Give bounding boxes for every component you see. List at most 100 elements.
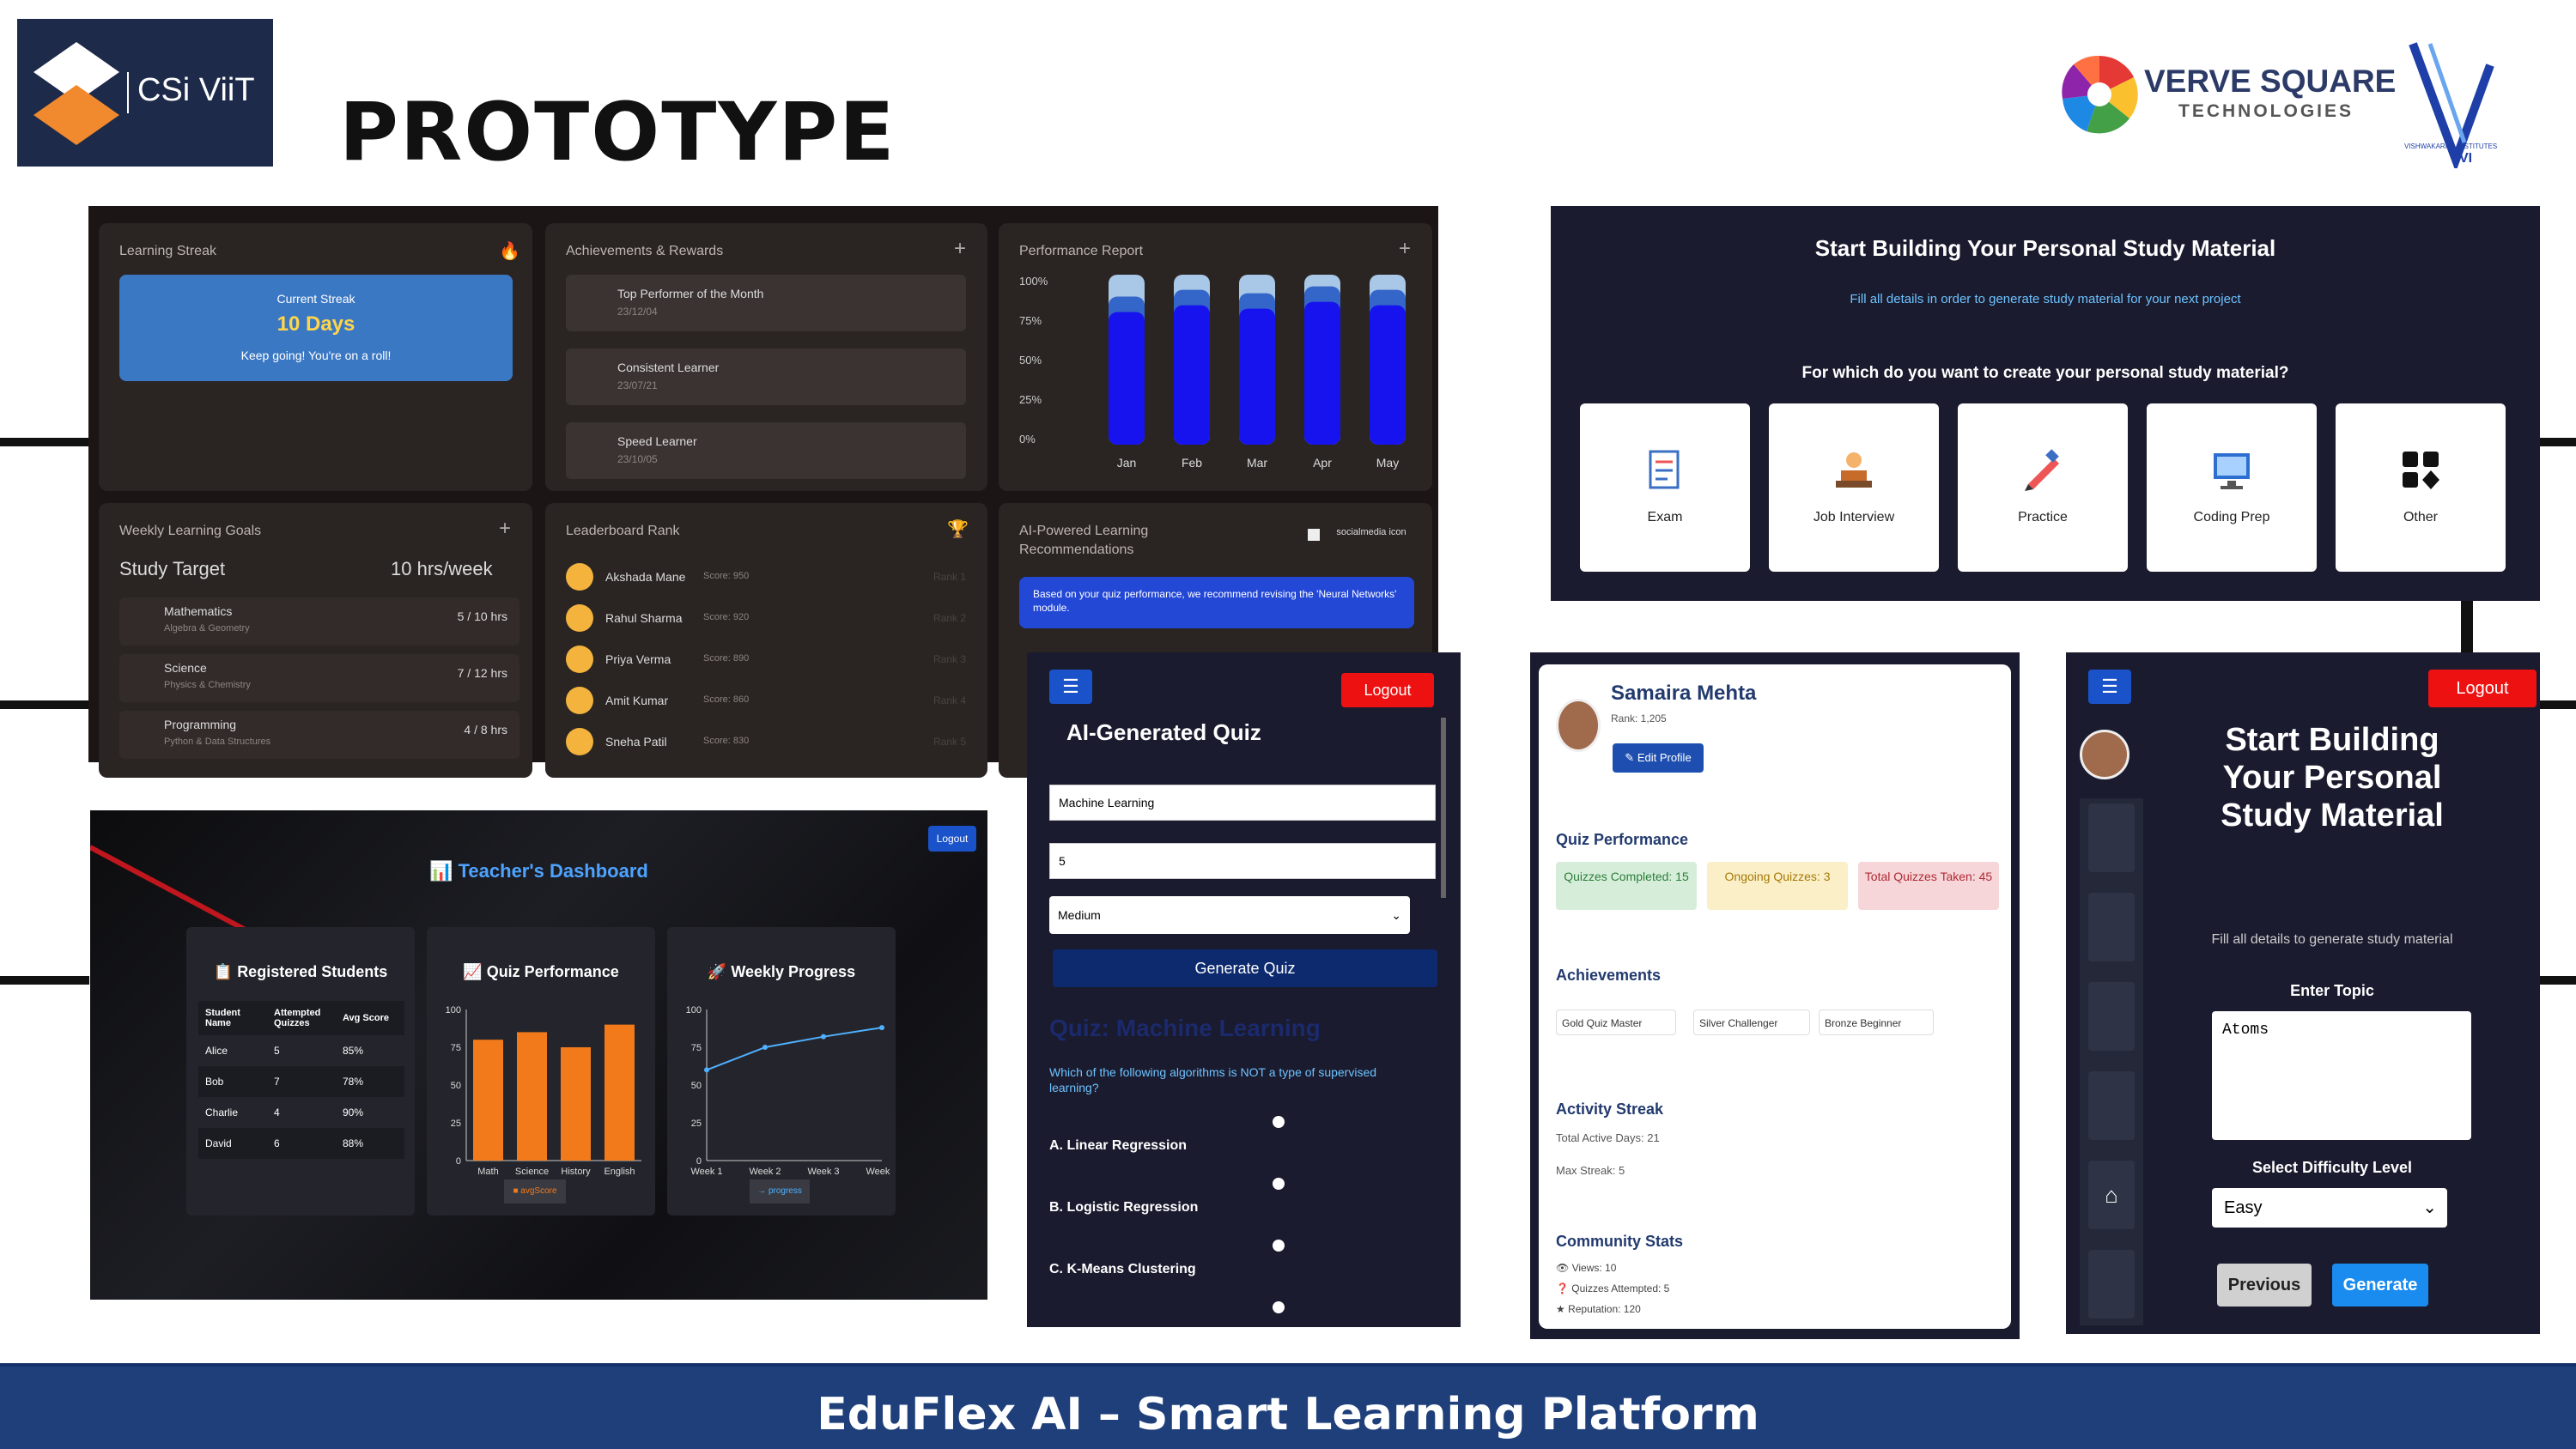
teacher-title-text: Teacher's Dashboard xyxy=(458,860,648,882)
table-cell: 5 xyxy=(274,1045,280,1057)
weekly-line xyxy=(706,1027,883,1071)
teacher-title: 📊 Teacher's Dashboard xyxy=(90,860,987,882)
sidebar-chat-icon[interactable] xyxy=(2088,1250,2135,1319)
radio-button[interactable] xyxy=(1273,1178,1285,1190)
star-icon: ★ xyxy=(1556,1303,1569,1315)
sidebar-camera-icon[interactable] xyxy=(2088,803,2135,872)
weekly-ytick: 50 xyxy=(691,1081,702,1091)
quiz-title: AI-Generated Quiz xyxy=(1066,719,1261,745)
topic-textarea[interactable]: Atoms xyxy=(2212,1011,2471,1140)
radio-button[interactable] xyxy=(1273,1240,1285,1252)
performance-bar xyxy=(1239,308,1275,445)
add-icon[interactable]: + xyxy=(954,237,966,261)
leaderboard-name: Priya Verma xyxy=(605,652,671,666)
menu-icon[interactable]: ☰ xyxy=(2088,670,2131,704)
students-header-cell: Avg Score xyxy=(343,1013,390,1023)
sidebar-wallet-icon[interactable] xyxy=(2088,982,2135,1051)
sidebar-send-icon[interactable] xyxy=(2088,893,2135,961)
logo-divider xyxy=(127,72,129,113)
difficulty-select[interactable]: Easy ⌄ xyxy=(2212,1188,2447,1228)
max-streak: Max Streak: 5 xyxy=(1556,1164,1625,1177)
quiz-xtick: Science xyxy=(515,1167,549,1177)
home-icon[interactable]: ⌂ xyxy=(2088,1161,2135,1229)
sidebar-card-icon[interactable] xyxy=(2088,1071,2135,1140)
chart-icon: 📈 xyxy=(463,963,487,980)
quiz-bar xyxy=(561,1047,591,1161)
radio-button[interactable] xyxy=(1273,1116,1285,1128)
goal-sub: Physics & Chemistry xyxy=(164,680,251,690)
difficulty-select[interactable]: Medium ⌄ xyxy=(1049,896,1410,934)
table-cell: 4 xyxy=(274,1106,280,1119)
tile-exam[interactable]: Exam xyxy=(1580,403,1750,572)
leaderboard-rank: Rank 3 xyxy=(933,653,966,665)
table-cell: 6 xyxy=(274,1137,280,1149)
achievement-name: Speed Learner xyxy=(617,434,697,448)
connector-line xyxy=(2540,438,2576,446)
logout-button[interactable]: Logout xyxy=(1341,673,1434,707)
performance-ytick: 75% xyxy=(1019,314,1042,327)
chart-icon: 📊 xyxy=(429,860,459,882)
table-row: Bob 7 78% xyxy=(198,1066,404,1097)
table-cell: 85% xyxy=(343,1045,364,1057)
tile-coding-prep[interactable]: Coding Prep xyxy=(2147,403,2317,572)
vi-short: VI xyxy=(2459,151,2473,166)
weekly-point xyxy=(879,1025,884,1031)
mobile-title: Start Building Your Personal Study Mater… xyxy=(2221,722,2444,834)
tile-job-interview[interactable]: Job Interview xyxy=(1769,403,1939,572)
ai-recommendation-text: Based on your quiz performance, we recom… xyxy=(1019,577,1414,628)
topic-input[interactable] xyxy=(1049,785,1436,821)
performance-title: Performance Report xyxy=(1019,244,1144,258)
fire-icon: 🔥 xyxy=(499,242,520,261)
count-input[interactable] xyxy=(1049,843,1436,879)
leaderboard-name: Amit Kumar xyxy=(605,694,669,707)
tile-practice[interactable]: Practice xyxy=(1958,403,2128,572)
streak-msg: Keep going! You're on a roll! xyxy=(240,349,392,362)
profile-card: Samaira Mehta Rank: 1,205 ✎ Edit Profile… xyxy=(1539,664,2011,1329)
vi-logo: VISHWAKARMA INSTITUTES VI xyxy=(2404,39,2507,177)
leaderboard-avatar xyxy=(566,728,593,755)
csi-logo-mark-icon xyxy=(33,42,119,145)
performance-bar xyxy=(1109,312,1145,445)
logout-button[interactable]: Logout xyxy=(928,826,976,852)
scrollbar[interactable] xyxy=(1441,718,1446,898)
eye-icon: 👁 xyxy=(1556,1262,1572,1274)
quiz-performance-chart: 100 75 50 25 0 Math Science History English xyxy=(446,1005,641,1177)
add-icon[interactable]: + xyxy=(499,517,511,541)
performance-bar-chart: Jan Feb Mar Apr May xyxy=(1109,275,1406,470)
goal-hours: 5 / 10 hrs xyxy=(457,609,507,623)
add-icon[interactable]: + xyxy=(1399,237,1411,261)
tile-other[interactable]: Other xyxy=(2336,403,2506,572)
weekly-xtick: Week 3 xyxy=(807,1167,839,1177)
quiz-option-label: B. Logistic Regression xyxy=(1049,1200,1199,1215)
goal-name: Mathematics xyxy=(164,604,233,618)
leaderboard-name: Rahul Sharma xyxy=(605,611,683,625)
weekly-point xyxy=(821,1034,826,1040)
coding-prep-icon xyxy=(2214,453,2250,489)
radio-button[interactable] xyxy=(1273,1301,1285,1313)
achievements-title: Achievements & Rewards xyxy=(566,244,724,258)
weekly-xtick: Week 2 xyxy=(749,1167,781,1177)
performance-xtick: Mar xyxy=(1247,456,1267,470)
weekly-xtick: Week 1 xyxy=(690,1167,722,1177)
menu-icon[interactable]: ☰ xyxy=(1049,670,1092,704)
vi-text: VISHWAKARMA INSTITUTES xyxy=(2404,142,2498,150)
edit-profile-button[interactable]: ✎ Edit Profile xyxy=(1613,743,1704,773)
goal-hours: 4 / 8 hrs xyxy=(464,723,507,737)
activity-streak-heading: Activity Streak xyxy=(1556,1100,1664,1118)
leaderboard-avatar xyxy=(566,687,593,714)
generate-quiz-button[interactable]: Generate Quiz xyxy=(1053,949,1437,987)
quiz-perf-title-text: Quiz Performance xyxy=(486,963,619,980)
study-title: Start Building Your Personal Study Mater… xyxy=(1814,235,2276,261)
performance-ytick: 50% xyxy=(1019,354,1042,367)
leaderboard-name: Sneha Patil xyxy=(605,735,667,749)
previous-button[interactable]: Previous xyxy=(2217,1264,2312,1307)
logout-button[interactable]: Logout xyxy=(2428,670,2537,707)
generate-button[interactable]: Generate xyxy=(2332,1264,2428,1307)
trophy-icon: 🏆 xyxy=(947,520,969,539)
sidebar: ⌂ xyxy=(2080,798,2143,1325)
performance-bar xyxy=(1370,305,1406,445)
leaderboard-title: Leaderboard Rank xyxy=(566,524,680,538)
quiz-xtick: History xyxy=(561,1167,591,1177)
reputation-text: Reputation: 120 xyxy=(1568,1303,1641,1315)
difficulty-label: Select Difficulty Level xyxy=(2251,1159,2413,1176)
